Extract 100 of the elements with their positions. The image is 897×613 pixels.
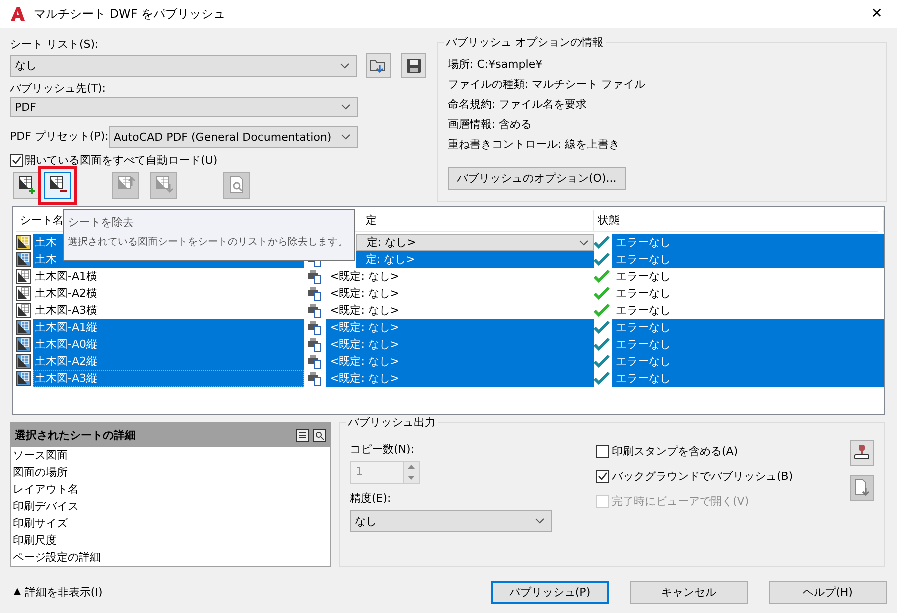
- checkbox[interactable]: [596, 445, 609, 458]
- page-setup-cell-text: <既定: なし>: [329, 286, 401, 302]
- page-setup-cell: 定: なし>: [356, 251, 594, 268]
- checkmark-icon: [594, 372, 610, 385]
- page-setup-cell: <既定: なし>: [326, 353, 594, 370]
- chevron-down-icon: [341, 134, 351, 140]
- printer-icon: [307, 286, 323, 302]
- info-line: 命名規約: ファイル名を要求: [448, 97, 588, 113]
- checkbox[interactable]: [596, 470, 609, 483]
- checkbox-label: 印刷スタンプを含める(A): [612, 444, 738, 459]
- field-label: パブリッシュ先(T):: [10, 81, 108, 97]
- remove-sheet-icon: [48, 175, 68, 195]
- sheet-name[interactable]: 土木図-A0縦: [33, 336, 304, 353]
- sheet-name[interactable]: 土木図-A3縦: [33, 370, 304, 387]
- printer-icon: [307, 302, 323, 318]
- add-sheet-icon: [16, 175, 36, 195]
- save-button[interactable]: [401, 53, 426, 78]
- tooltip-text: 選択されている図面シートをシートのリストから除去します。: [68, 236, 349, 250]
- checkmark-icon: [594, 253, 610, 266]
- detail-item: レイアウト名: [12, 482, 80, 498]
- info-line: 画層情報: 含める: [448, 117, 534, 133]
- checkmark-icon: [594, 355, 610, 368]
- checkmark-icon: [594, 270, 610, 283]
- detail-item: 印刷サイズ: [12, 516, 69, 532]
- detail-item: 印刷尺度: [12, 533, 58, 549]
- publish-options-button[interactable]: パブリッシュのオプション(O)...: [448, 167, 626, 190]
- list-view-icon[interactable]: [296, 428, 309, 442]
- field-label: シート リスト(S):: [10, 37, 100, 53]
- chevron-down-icon: [579, 240, 589, 246]
- detail-item: 図面の場所: [12, 465, 69, 481]
- status-cell: エラーなし: [612, 370, 884, 387]
- checkbox-label: 開いている図面をすべて自動ロード(U): [25, 153, 218, 168]
- checkbox-label: 完了時にビューアで開く(V): [612, 494, 750, 509]
- status-cell: エラーなし: [612, 353, 884, 370]
- window-title: マルチシート DWF をパブリッシュ: [34, 6, 227, 22]
- checkbox-label: バックグラウンドでパブリッシュ(B): [612, 469, 794, 484]
- status-cell: エラーなし: [612, 234, 884, 251]
- hide-details-link[interactable]: ▲ 詳細を非表示(I): [10, 584, 103, 600]
- dialog-button[interactable]: キャンセル: [630, 580, 748, 604]
- field-label: コピー数(N):: [350, 442, 416, 458]
- preview-icon[interactable]: [313, 428, 326, 442]
- checkmark-icon: [594, 236, 610, 249]
- dialog-button[interactable]: ヘルプ(H): [769, 580, 887, 604]
- page-setup-dropdown[interactable]: 定: なし>: [356, 234, 594, 251]
- page-setup-cell-text: <既定: なし>: [329, 269, 401, 285]
- printer-icon: [307, 370, 323, 386]
- printer-icon: [307, 336, 323, 352]
- sheet-name[interactable]: 土木図-A1横: [33, 268, 304, 285]
- status-cell-text: エラーなし: [615, 269, 672, 285]
- sheet-name[interactable]: 土木図-A2縦: [33, 353, 304, 370]
- sheet-list-dropdown[interactable]: なし: [10, 54, 358, 76]
- chevron-down-icon: [341, 104, 351, 110]
- info-line: 場所: C:¥sample¥: [448, 57, 544, 73]
- field-label: 精度(E):: [350, 491, 392, 507]
- toolbar-button[interactable]: [13, 172, 40, 198]
- printer-icon: [307, 320, 323, 336]
- checkmark-icon: [594, 338, 610, 351]
- chevron-down-icon: [340, 62, 350, 68]
- detail-item: ページ設定の詳細: [12, 550, 102, 566]
- app-logo-icon: [10, 6, 26, 22]
- page-setup-cell: <既定: なし>: [326, 336, 594, 353]
- tooltip-title: シートを除去: [68, 216, 135, 230]
- column-header[interactable]: 状態: [594, 210, 884, 232]
- pdf-preset-dropdown[interactable]: AutoCAD PDF (General Documentation): [108, 126, 358, 148]
- group-title: パブリッシュ オプションの情報: [444, 35, 606, 50]
- status-cell: エラーなし: [612, 319, 884, 336]
- page-setup-cell-text: <既定: なし>: [329, 303, 401, 319]
- status-cell: エラーなし: [612, 251, 884, 268]
- page-setup-cell: <既定: なし>: [326, 370, 594, 387]
- folder-icon: [370, 58, 388, 74]
- file-download-icon: [853, 479, 871, 497]
- printer-icon: [307, 354, 323, 370]
- sheet-name[interactable]: 土木図-A3横: [33, 302, 304, 319]
- close-button[interactable]: ✕: [867, 6, 887, 22]
- info-line: ファイルの種類: マルチシート ファイル: [448, 77, 647, 93]
- detail-item: ソース図面: [12, 448, 69, 464]
- status-cell: エラーなし: [612, 336, 884, 353]
- precision-dropdown[interactable]: なし: [350, 510, 552, 532]
- status-cell-text: エラーなし: [615, 303, 672, 319]
- checkmark-icon: [594, 287, 610, 300]
- chevron-down-icon: [535, 518, 545, 524]
- status-cell-text: エラーなし: [615, 286, 672, 302]
- publish-to-dropdown[interactable]: PDF: [10, 97, 358, 117]
- dialog-button[interactable]: パブリッシュ(P): [491, 580, 609, 604]
- checkmark-icon: [594, 321, 610, 334]
- sheet-name[interactable]: 土木図-A2横: [33, 285, 304, 302]
- load-sheet-list-button[interactable]: [366, 53, 392, 78]
- move-down-icon: [154, 175, 174, 195]
- detail-item: 印刷デバイス: [12, 499, 80, 515]
- stamp-icon: [853, 444, 871, 462]
- sheet-name[interactable]: 土木図-A1縦: [33, 319, 304, 336]
- panel-title: 選択されたシートの詳細: [15, 428, 137, 442]
- checkmark-icon: [594, 304, 610, 317]
- group-title: パブリッシュ出力: [346, 415, 438, 430]
- auto-load-checkbox[interactable]: [10, 154, 23, 167]
- printer-icon: [307, 268, 323, 284]
- field-label: PDF プリセット(P):: [10, 129, 109, 145]
- icon-button[interactable]: [850, 440, 874, 466]
- info-line: 重ね書きコントロール: 線を上書き: [448, 137, 622, 153]
- page-setup-cell: <既定: なし>: [326, 319, 594, 336]
